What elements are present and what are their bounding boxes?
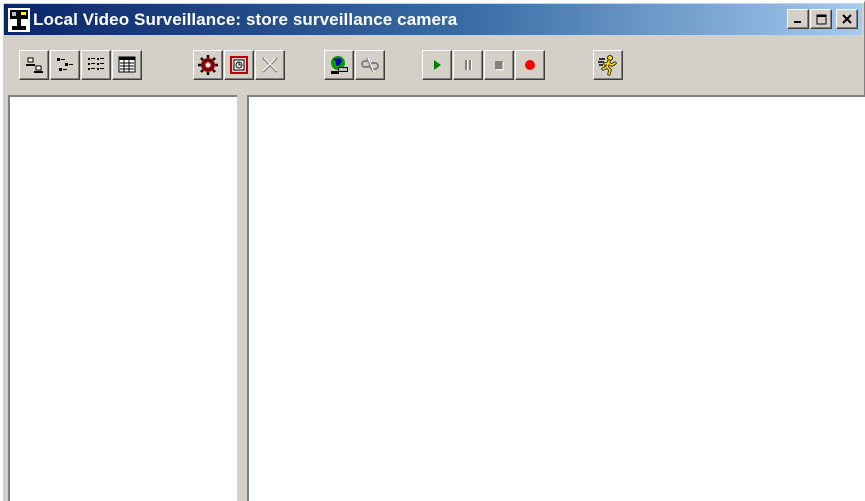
small-icons-icon xyxy=(57,58,73,71)
disconnect-button[interactable] xyxy=(355,50,385,80)
video-view-pane[interactable] xyxy=(247,95,865,501)
properties-icon xyxy=(230,56,248,74)
window-title: Local Video Surveillance: store surveill… xyxy=(33,9,458,29)
list-view-button[interactable] xyxy=(81,50,111,80)
toolbar xyxy=(4,46,862,88)
settings-button[interactable] xyxy=(193,50,223,80)
record-button[interactable] xyxy=(515,50,545,80)
delete-icon xyxy=(262,57,278,73)
globe-connect-icon xyxy=(331,56,348,74)
properties-button[interactable] xyxy=(224,50,254,80)
close-icon xyxy=(842,14,852,24)
exit-button[interactable] xyxy=(593,50,623,80)
surveillance-camera-icon xyxy=(8,7,30,32)
maximize-icon xyxy=(816,14,826,24)
pause-button[interactable] xyxy=(453,50,483,80)
running-man-icon xyxy=(598,55,617,76)
close-button[interactable] xyxy=(836,9,858,29)
details-view-button[interactable] xyxy=(112,50,142,80)
stop-icon xyxy=(495,61,504,71)
minimize-button[interactable] xyxy=(787,9,809,29)
list-icon xyxy=(88,58,104,70)
minimize-icon xyxy=(794,21,801,23)
large-icons-view-button[interactable] xyxy=(19,50,49,80)
gear-icon xyxy=(198,55,218,75)
connect-button[interactable] xyxy=(324,50,354,80)
play-button[interactable] xyxy=(422,50,452,80)
broken-link-icon xyxy=(361,57,379,73)
maximize-button[interactable] xyxy=(810,9,832,29)
pane-splitter[interactable] xyxy=(237,95,247,501)
pause-icon xyxy=(465,60,472,70)
large-icons-icon xyxy=(26,57,43,73)
title-bar[interactable]: Local Video Surveillance: store surveill… xyxy=(4,4,862,35)
record-icon xyxy=(525,60,535,70)
stop-button[interactable] xyxy=(484,50,514,80)
details-icon xyxy=(118,56,136,73)
camera-tree-pane[interactable] xyxy=(8,95,237,501)
delete-button[interactable] xyxy=(255,50,285,80)
play-icon xyxy=(434,60,441,70)
small-icons-view-button[interactable] xyxy=(50,50,80,80)
